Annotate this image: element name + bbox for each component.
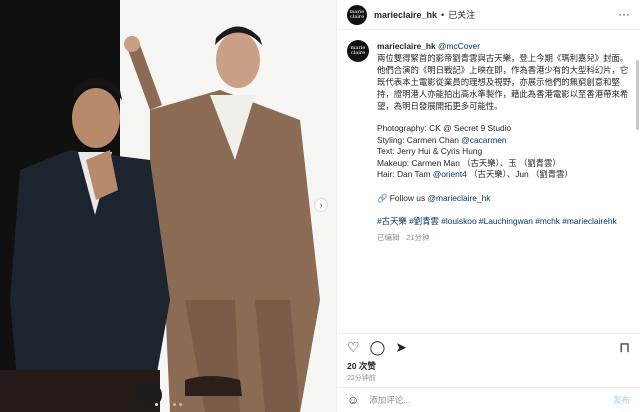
follow-mention[interactable]: @marieclaire_hk <box>427 193 490 203</box>
chevron-right-icon: › <box>319 200 323 210</box>
bookmark-icon[interactable]: ⊓ <box>619 340 630 354</box>
carousel-dots <box>0 403 336 406</box>
credit-line: Photography: CK @ Secret 9 Studio <box>377 123 512 133</box>
cover-photo-illustration <box>0 0 336 412</box>
add-comment-bar: ☺ 发布 <box>337 387 640 412</box>
credit-mention[interactable]: @cacarmen <box>461 135 506 145</box>
heart-icon[interactable]: ♡ <box>347 340 360 354</box>
header-separator: • <box>441 9 445 20</box>
share-icon[interactable]: ➤ <box>395 340 407 354</box>
comment-input[interactable] <box>369 395 613 405</box>
author-avatar[interactable]: marie claire <box>347 4 367 25</box>
caption-mention[interactable]: @mcCover <box>438 41 480 51</box>
carousel-dot <box>160 403 164 406</box>
caption-username[interactable]: marieclaire_hk <box>377 41 436 51</box>
credit-line: Text: Jerry Hui & Cyris Hung <box>377 146 483 156</box>
carousel-dot <box>172 403 176 406</box>
credit-line: Hair: Dan Tam @orient4 （古天樂）、Jun （劉青雲） <box>377 169 573 179</box>
caption: marie claire marieclaire_hk @mcCover 兩位雙… <box>347 40 630 244</box>
caption-paragraph: marieclaire_hk @mcCover 兩位雙得緊首的影帝劉青雲與古天樂… <box>377 40 630 112</box>
following-button[interactable]: 已关注 <box>448 8 475 21</box>
next-photo-button[interactable]: › <box>314 198 328 212</box>
credit-mention[interactable]: @orient4 <box>433 169 467 179</box>
carousel-dot <box>166 403 170 406</box>
credit-line: Styling: Carmen Chan @cacarmen <box>377 134 507 145</box>
caption-avatar[interactable]: marie claire <box>347 40 369 62</box>
comments-section[interactable]: marie claire marieclaire_hk @mcCover 兩位雙… <box>337 30 640 333</box>
emoji-icon[interactable]: ☺ <box>347 393 359 407</box>
action-bar: ♡ ◯ ➤ ⊓ <box>337 333 640 359</box>
comments-scrollbar[interactable] <box>636 60 639 130</box>
caption-hashtags[interactable]: #古天樂 #劉青雲 #louiskoo #Lauchingwan #mchk #… <box>377 215 630 227</box>
caption-credits: Photography: CK @ Secret 9 Studio Stylin… <box>377 123 630 181</box>
caption-meta: 已编辑 · 21分钟 <box>377 232 430 242</box>
caption-follow-line: 🔗 Follow us @marieclaire_hk <box>377 192 491 203</box>
credit-line: Makeup: Carmen Man （古天樂）、玉 （劉青雲） <box>377 157 561 168</box>
post-photo[interactable]: › <box>0 0 336 412</box>
carousel-dot <box>178 403 182 406</box>
caption-body: marieclaire_hk @mcCover 兩位雙得緊首的影帝劉青雲與古天樂… <box>377 40 630 244</box>
caption-text: 兩位雙得緊首的影帝劉青雲與古天樂，登上今期《瑪利嘉兒》封面。他們合演的《明日戰記… <box>377 53 629 111</box>
post-time: 22分钟前 <box>347 375 376 382</box>
post-comment-button[interactable]: 发布 <box>613 394 630 406</box>
author-username[interactable]: marieclaire_hk <box>374 10 437 20</box>
post-side-panel: marie claire marieclaire_hk • 已关注 ··· ma… <box>336 0 640 412</box>
post-header: marie claire marieclaire_hk • 已关注 ··· <box>337 0 640 30</box>
likes-count[interactable]: 20 次赞 <box>337 359 640 373</box>
instagram-post: › marie claire marieclaire_hk • 已关注 ··· … <box>0 0 640 412</box>
carousel-dot-active <box>154 403 158 406</box>
comment-icon[interactable]: ◯ <box>370 340 386 354</box>
more-horizontal-icon[interactable]: ··· <box>618 7 630 21</box>
